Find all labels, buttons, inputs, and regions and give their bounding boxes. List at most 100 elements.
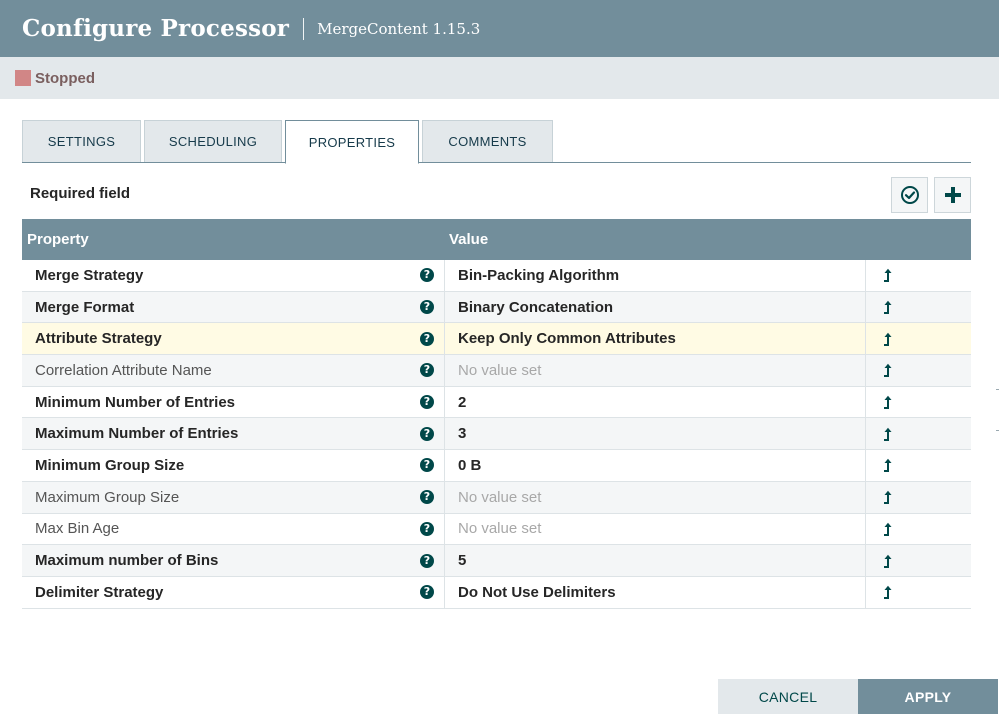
goto-service-arrow-icon[interactable] (883, 522, 893, 536)
tab-comments[interactable]: COMMENTS (422, 120, 553, 162)
property-name: Minimum Group Size (35, 456, 185, 474)
goto-service-arrow-icon[interactable] (883, 363, 893, 378)
table-row[interactable]: Maximum number of Bins? 5 (22, 545, 971, 577)
property-value: 0 B (458, 456, 482, 474)
property-value-cell[interactable]: Keep Only Common Attributes (445, 323, 866, 355)
property-value-cell[interactable]: No value set (445, 355, 866, 386)
question-circle-icon[interactable]: ? (420, 331, 434, 346)
property-name-cell: Max Bin Age? (22, 513, 445, 545)
property-value-cell[interactable]: 5 (445, 545, 866, 576)
table-row[interactable]: Delimiter Strategy? Do Not Use Delimiters (22, 576, 971, 609)
property-value-cell[interactable]: Bin-Packing Algorithm (445, 260, 866, 291)
property-action-cell (866, 260, 971, 291)
apply-button[interactable]: APPLY (858, 679, 998, 714)
property-value: 5 (458, 552, 467, 570)
status-bar: Stopped (0, 57, 999, 99)
properties-table: Property Value Merge Strategy? Bin-Packin… (22, 219, 971, 609)
property-value-cell[interactable]: 0 B (445, 450, 866, 481)
tab-properties[interactable]: PROPERTIES (285, 120, 419, 164)
table-row[interactable]: Minimum Number of Entries? 2 (22, 386, 971, 419)
goto-service-arrow-icon[interactable] (883, 268, 893, 283)
question-circle-icon[interactable]: ? (420, 458, 434, 473)
property-name-cell: Maximum number of Bins? (22, 545, 445, 576)
verify-properties-button[interactable] (891, 177, 928, 213)
question-circle-icon[interactable]: ? (420, 395, 434, 410)
table-row[interactable]: Merge Format? Binary Concatenation (22, 291, 971, 324)
property-value: Keep Only Common Attributes (458, 330, 676, 348)
tab-settings[interactable]: SETTINGS (22, 120, 141, 162)
question-circle-icon[interactable]: ? (420, 268, 434, 283)
property-action-cell (866, 514, 971, 545)
table-row[interactable]: Maximum Number of Entries? 3 (22, 418, 971, 451)
question-circle-icon[interactable]: ? (420, 363, 434, 378)
property-action-cell (866, 545, 971, 576)
question-circle-icon[interactable]: ? (420, 553, 434, 568)
table-row[interactable]: Correlation Attribute Name? No value set (22, 355, 971, 387)
cancel-button[interactable]: CANCEL (718, 679, 858, 714)
goto-service-arrow-icon[interactable] (883, 585, 893, 600)
goto-service-arrow-icon[interactable] (883, 332, 893, 346)
table-row[interactable]: Merge Strategy? Bin-Packing Algorithm (22, 260, 971, 292)
question-circle-icon[interactable]: ? (420, 585, 434, 600)
property-value-cell[interactable]: Binary Concatenation (445, 291, 866, 323)
property-value: No value set (458, 488, 542, 506)
property-name: Merge Strategy (35, 266, 144, 284)
table-row[interactable]: Minimum Group Size? 0 B (22, 450, 971, 482)
check-circle-icon (900, 186, 919, 204)
property-name-cell: Correlation Attribute Name? (22, 355, 445, 386)
table-body: Merge Strategy? Bin-Packing Algorithm Merg… (22, 260, 971, 609)
property-name-cell: Minimum Number of Entries? (22, 386, 445, 418)
goto-service-arrow-icon[interactable] (883, 300, 893, 315)
property-action-cell (866, 355, 971, 386)
property-action-cell (866, 450, 971, 481)
goto-service-arrow-icon[interactable] (883, 427, 893, 441)
property-name-cell: Maximum Number of Entries? (22, 418, 445, 450)
goto-service-arrow-icon[interactable] (883, 490, 893, 505)
run-status-text: Stopped (35, 69, 95, 87)
property-action-cell (866, 292, 971, 323)
property-name: Delimiter Strategy (35, 583, 164, 601)
dialog-title: Configure Processor (22, 15, 290, 42)
property-name: Attribute Strategy (35, 330, 162, 348)
question-circle-icon[interactable]: ? (420, 521, 434, 536)
property-name-cell: Attribute Strategy? (22, 323, 445, 355)
table-row[interactable]: Max Bin Age? No value set (22, 513, 971, 546)
question-circle-icon[interactable]: ? (420, 426, 434, 441)
property-value-cell[interactable]: 3 (445, 418, 866, 450)
tab-scheduling[interactable]: SCHEDULING (144, 120, 282, 162)
property-value: Binary Concatenation (458, 298, 614, 316)
property-name-cell: Merge Strategy? (22, 260, 445, 291)
property-action-cell (866, 323, 971, 354)
property-name-cell: Minimum Group Size? (22, 450, 445, 481)
question-circle-icon[interactable]: ? (420, 490, 434, 505)
question-circle-icon[interactable]: ? (420, 300, 434, 315)
property-value: No value set (458, 520, 542, 538)
property-name: Merge Format (35, 298, 135, 316)
property-value-cell[interactable]: Do Not Use Delimiters (445, 576, 866, 608)
property-value: Bin-Packing Algorithm (458, 266, 620, 284)
goto-service-arrow-icon[interactable] (883, 395, 893, 410)
property-value: Do Not Use Delimiters (458, 583, 616, 601)
property-action-cell (866, 577, 971, 608)
property-name-cell: Maximum Group Size? (22, 481, 445, 513)
goto-service-arrow-icon[interactable] (883, 458, 893, 473)
property-name-cell: Delimiter Strategy? (22, 576, 445, 608)
property-name: Maximum Group Size (35, 488, 180, 506)
tab-bar: SETTINGS SCHEDULING PROPERTIES COMMENTS (22, 120, 971, 164)
plus-icon (944, 187, 961, 203)
add-property-button[interactable] (934, 177, 971, 213)
property-value-cell[interactable]: No value set (445, 513, 866, 545)
property-name: Max Bin Age (35, 520, 120, 538)
property-action-cell (866, 387, 971, 418)
table-row[interactable]: Maximum Group Size? No value set (22, 481, 971, 514)
property-name: Minimum Number of Entries (35, 393, 236, 411)
property-value: 3 (458, 425, 467, 443)
goto-service-arrow-icon[interactable] (883, 554, 893, 568)
property-value: No value set (458, 361, 542, 379)
column-header-property: Property (27, 231, 89, 248)
property-value-cell[interactable]: No value set (445, 481, 866, 513)
stopped-square-icon (15, 70, 31, 86)
table-header: Property Value (22, 219, 971, 260)
table-row[interactable]: Attribute Strategy? Keep Only Common Attr… (22, 323, 971, 356)
property-value-cell[interactable]: 2 (445, 386, 866, 418)
